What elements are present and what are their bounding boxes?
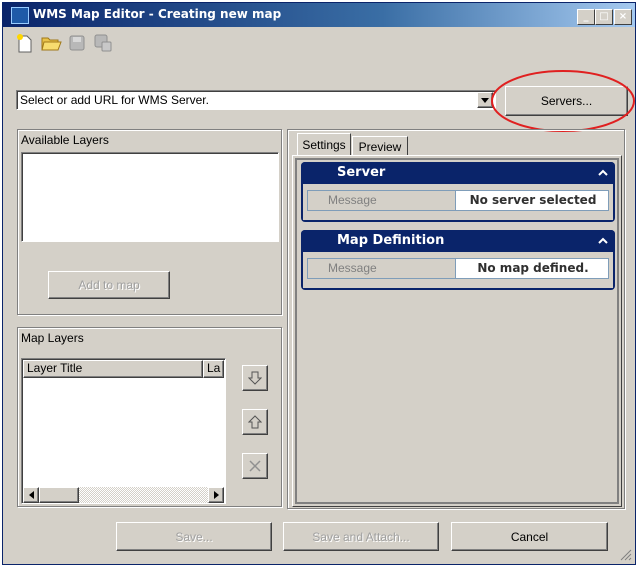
details-pane: Settings Preview Server Message No serve… bbox=[287, 129, 625, 509]
settings-inner-frame: Server Message No server selected Map De… bbox=[295, 158, 619, 504]
arrow-left-icon bbox=[28, 491, 34, 499]
remove-x-icon bbox=[249, 460, 261, 472]
tab-settings[interactable]: Settings bbox=[297, 133, 351, 155]
save-icon bbox=[69, 35, 85, 51]
map-layers-group: Map Layers Layer Title La bbox=[17, 327, 282, 507]
remove-layer-button[interactable] bbox=[242, 453, 268, 479]
server-section-header[interactable]: Server bbox=[301, 162, 615, 184]
settings-tab-panel: Server Message No server selected Map De… bbox=[292, 155, 622, 507]
map-definition-section-body: Message No map defined. bbox=[303, 252, 613, 288]
wms-url-combo[interactable]: Select or add URL for WMS Server. bbox=[16, 90, 496, 110]
server-section: Server Message No server selected bbox=[301, 162, 615, 222]
cancel-button[interactable]: Cancel bbox=[451, 522, 608, 551]
scroll-right-button[interactable] bbox=[208, 487, 224, 503]
map-definition-section-title: Map Definition bbox=[337, 233, 445, 248]
new-icon bbox=[17, 34, 32, 53]
server-section-title: Server bbox=[337, 165, 386, 180]
minimize-icon: _ bbox=[583, 11, 589, 22]
available-layers-label: Available Layers bbox=[21, 133, 109, 147]
scrollbar-thumb[interactable] bbox=[39, 487, 79, 503]
available-layers-group: Available Layers Add to map bbox=[17, 129, 282, 315]
save-as-icon bbox=[94, 34, 112, 52]
horizontal-scrollbar[interactable] bbox=[23, 487, 224, 503]
add-to-map-button[interactable]: Add to map bbox=[48, 271, 170, 299]
open-folder-icon bbox=[41, 37, 62, 51]
save-button[interactable]: Save... bbox=[116, 522, 272, 551]
column-header-layer[interactable]: La bbox=[203, 360, 224, 378]
maximize-icon: □ bbox=[599, 11, 609, 22]
chevron-up-icon[interactable] bbox=[598, 237, 608, 244]
highlight-circle bbox=[491, 70, 635, 132]
maximize-button[interactable]: □ bbox=[595, 9, 613, 25]
app-icon bbox=[11, 7, 29, 24]
close-icon: × bbox=[618, 11, 628, 22]
tab-preview[interactable]: Preview bbox=[352, 136, 408, 156]
title-bar[interactable]: WMS Map Editor - Creating new map _ □ × bbox=[3, 3, 635, 27]
map-layers-table[interactable]: Layer Title La bbox=[21, 358, 226, 504]
chevron-up-icon[interactable] bbox=[598, 169, 608, 176]
map-layers-label: Map Layers bbox=[21, 331, 84, 345]
map-definition-section: Map Definition Message No map defined. bbox=[301, 230, 615, 290]
available-layers-list[interactable] bbox=[21, 152, 279, 242]
scroll-left-button[interactable] bbox=[23, 487, 39, 503]
save-button-toolbar[interactable] bbox=[66, 32, 88, 54]
map-definition-section-header[interactable]: Map Definition bbox=[301, 230, 615, 252]
move-down-button[interactable] bbox=[242, 365, 268, 391]
arrow-right-icon bbox=[213, 491, 219, 499]
resize-grip-icon[interactable] bbox=[620, 549, 632, 561]
server-message-label: Message bbox=[308, 191, 456, 210]
save-as-button-toolbar[interactable] bbox=[92, 32, 114, 54]
map-message-row: Message No map defined. bbox=[307, 258, 609, 279]
wms-url-value: Select or add URL for WMS Server. bbox=[20, 93, 209, 107]
column-header-layer-title[interactable]: Layer Title bbox=[23, 360, 203, 378]
arrow-down-icon bbox=[248, 371, 262, 385]
server-message-value: No server selected bbox=[469, 193, 597, 207]
arrow-up-icon bbox=[248, 415, 262, 429]
minimize-button[interactable]: _ bbox=[577, 9, 595, 25]
open-button[interactable] bbox=[40, 32, 62, 54]
map-message-label: Message bbox=[308, 259, 456, 278]
new-button[interactable] bbox=[14, 32, 36, 54]
server-message-row: Message No server selected bbox=[307, 190, 609, 211]
window-title: WMS Map Editor - Creating new map bbox=[33, 7, 282, 21]
save-and-attach-button[interactable]: Save and Attach... bbox=[283, 522, 439, 551]
move-up-button[interactable] bbox=[242, 409, 268, 435]
server-section-body: Message No server selected bbox=[303, 184, 613, 220]
map-message-value: No map defined. bbox=[477, 261, 589, 275]
close-button[interactable]: × bbox=[614, 9, 632, 25]
